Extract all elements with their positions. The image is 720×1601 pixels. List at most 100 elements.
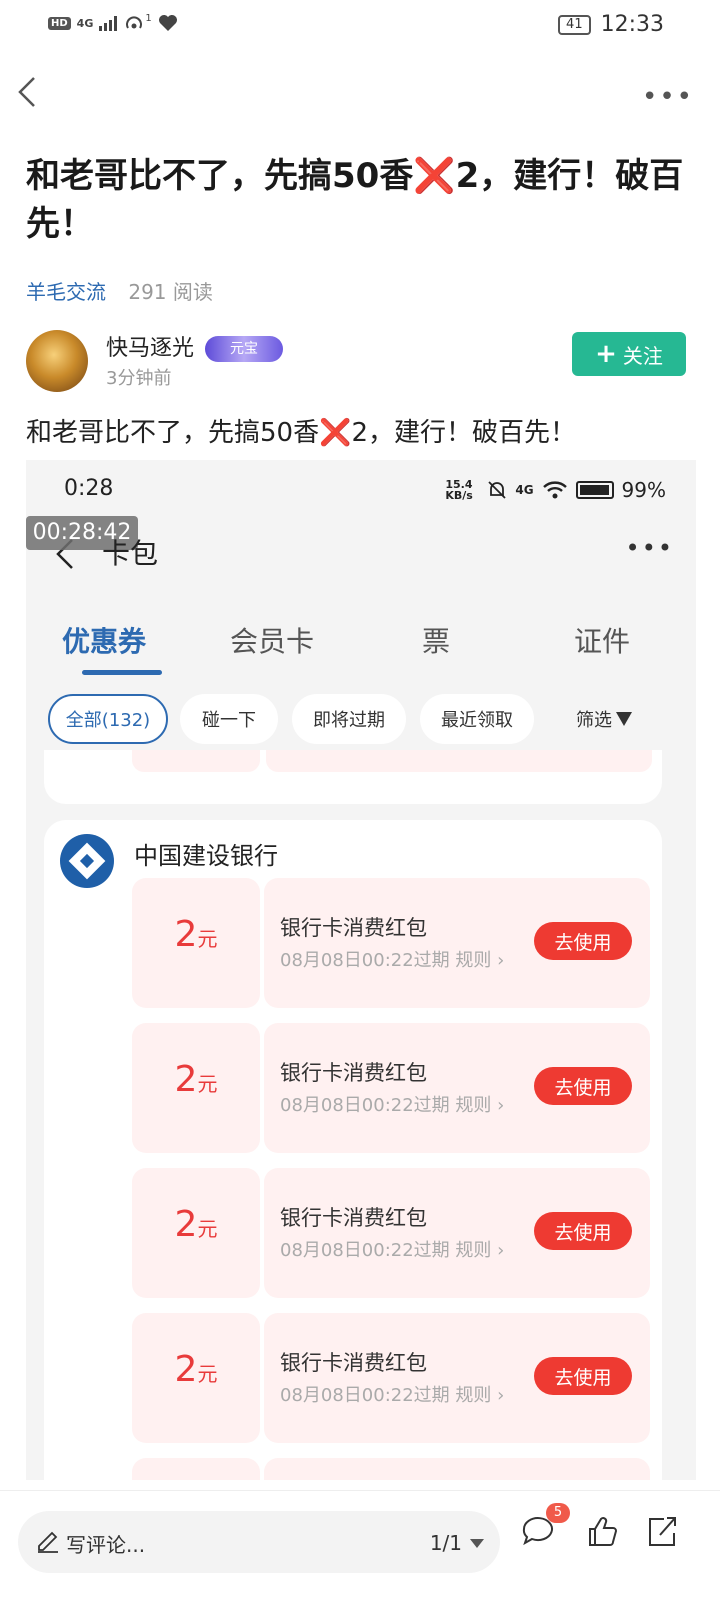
image-more-icon: ••• — [625, 534, 674, 562]
image-tabs: 优惠券 会员卡 票 证件 — [26, 608, 696, 678]
chip-recent: 最近领取 — [420, 694, 534, 744]
bank-name: 中国建设银行 — [134, 842, 278, 870]
coupon-item: 2元 银行卡消费红包 08月08日00:22过期 规则 › 去使用 — [132, 1168, 650, 1298]
bottom-bar: 写评论... 1/1 5 — [0, 1490, 720, 1601]
image-network: 4G — [515, 483, 534, 497]
image-status-bar: 0:28 15.4 KB/s 4G 99% — [26, 460, 696, 516]
tab-ids: 证件 — [574, 625, 631, 658]
clock: 12:33 — [600, 12, 664, 37]
use-button: 去使用 — [534, 922, 632, 960]
comment-count-badge: 5 — [546, 1503, 570, 1523]
author-name[interactable]: 快马逐光 — [106, 336, 194, 361]
chip-filter: 筛选 — [550, 694, 658, 744]
tab-member-cards: 会员卡 — [230, 625, 315, 658]
battery-icon: 41 — [558, 14, 591, 35]
coupon-rule: 规则 › — [455, 1095, 505, 1116]
use-button: 去使用 — [534, 1357, 632, 1395]
image-clock: 0:28 — [64, 476, 114, 501]
mute-icon — [488, 481, 506, 499]
coupon-name: 银行卡消费红包 — [280, 1206, 427, 1230]
coupon-amount: 2元 — [174, 1059, 218, 1100]
coupon-name: 银行卡消费红包 — [280, 1061, 427, 1085]
status-bar: HD 4G 1 41 12:33 — [0, 0, 720, 50]
share-button[interactable] — [642, 1511, 686, 1555]
author-name-row: 快马逐光 元宝 — [106, 330, 284, 362]
coupon-item: 2元 银行卡消费红包 08月08日00:22过期 规则 › 去使用 — [132, 1023, 650, 1153]
image-status-icons: 15.4 KB/s 4G 99% — [445, 478, 666, 502]
chip-tap: 碰一下 — [180, 694, 278, 744]
coupon-name: 银行卡消费红包 — [280, 1351, 427, 1375]
status-right: 41 12:33 — [558, 12, 664, 37]
comment-input[interactable]: 写评论... 1/1 — [18, 1511, 500, 1573]
follow-button[interactable]: + 关注 — [572, 332, 686, 376]
more-icon[interactable]: ••• — [642, 82, 694, 112]
image-speed: 15.4 KB/s — [445, 478, 473, 502]
comment-placeholder: 写评论... — [66, 1533, 146, 1557]
post-time: 3分钟前 — [106, 368, 172, 389]
chip-expiring: 即将过期 — [292, 694, 406, 744]
coupon-expiry: 08月08日00:22过期 规则 › — [280, 1095, 505, 1116]
coupon-rule: 规则 › — [455, 1385, 505, 1406]
image-title: 卡包 — [102, 537, 159, 570]
signal-icon — [99, 15, 118, 31]
thumbs-up-icon — [589, 1517, 618, 1546]
filter-chips: 全部(132) 碰一下 即将过期 最近领取 筛选 — [26, 694, 696, 748]
hotspot-count: 1 — [145, 12, 152, 24]
coupon-rule: 规则 › — [455, 950, 505, 971]
author-row: 快马逐光 元宝 3分钟前 + 关注 — [26, 330, 686, 394]
image-battery-icon — [575, 481, 614, 499]
coupon-item: 2元 银行卡消费红包 08月08日00:22过期 规则 › 去使用 — [132, 878, 650, 1008]
heart-icon — [158, 15, 177, 31]
tab-coupons: 优惠券 — [62, 625, 147, 658]
plus-icon: + — [595, 339, 617, 369]
coupon-expiry: 08月08日00:22过期 规则 › — [280, 1240, 505, 1261]
page-indicator: 1/1 — [429, 1531, 462, 1555]
use-button: 去使用 — [534, 1067, 632, 1105]
coupon-amount: 2元 — [174, 1349, 218, 1390]
chevron-down-icon — [470, 1538, 484, 1548]
coupon-item: 2元 银行卡消费红包 08月08日00:22过期 规则 › 去使用 — [132, 1313, 650, 1443]
share-icon — [649, 1517, 676, 1546]
tab-tickets: 票 — [422, 625, 451, 658]
author-badge: 元宝 — [205, 336, 284, 362]
coupon-name: 银行卡消费红包 — [280, 916, 427, 940]
page-selector[interactable]: 1/1 — [430, 1531, 484, 1555]
post-body: 和老哥比不了，先搞50香❌2，建行！破百先！ — [26, 418, 576, 448]
pen-icon — [38, 1531, 58, 1553]
category-link[interactable]: 羊毛交流 — [26, 280, 106, 304]
coupon-stub — [266, 750, 652, 772]
bank-card: 中国建设银行 2元 银行卡消费红包 08月08日00:22过期 规则 › 去使用… — [44, 820, 662, 1480]
top-bar: ••• — [0, 60, 720, 120]
network-label: 4G — [76, 16, 94, 30]
image-battery: 99% — [621, 478, 666, 502]
ccb-logo-icon — [60, 834, 114, 888]
hotspot-icon — [126, 16, 143, 29]
post-title: 和老哥比不了，先搞50香❌2，建行！破百先！ — [26, 156, 684, 244]
active-tab-indicator — [82, 670, 162, 675]
avatar[interactable] — [26, 330, 88, 392]
wifi-icon — [542, 481, 567, 499]
coupon-amount: 2元 — [174, 1204, 218, 1245]
coupon-expiry: 08月08日00:22过期 规则 › — [280, 950, 505, 971]
post-image[interactable]: 0:28 15.4 KB/s 4G 99% 00:28:42 卡包 ••• 优惠… — [26, 460, 696, 1480]
status-left: HD 4G 1 — [48, 12, 178, 32]
read-count: 291 阅读 — [128, 280, 213, 304]
chip-all: 全部(132) — [48, 694, 168, 744]
comment-button[interactable]: 5 — [518, 1503, 570, 1555]
coupon-amount-panel — [132, 1458, 260, 1480]
filter-icon — [616, 712, 632, 726]
previous-card — [44, 750, 662, 804]
coupon-expiry: 08月08日00:22过期 规则 › — [280, 1385, 505, 1406]
coupon-amount: 2元 — [174, 914, 218, 955]
back-icon[interactable] — [14, 74, 46, 110]
follow-label: 关注 — [622, 343, 663, 368]
coupon-info-panel — [264, 1458, 650, 1480]
chip-filter-label: 筛选 — [576, 710, 612, 731]
like-button[interactable] — [582, 1511, 626, 1555]
hd-icon: HD — [48, 16, 71, 30]
coupon-rule: 规则 › — [455, 1240, 505, 1261]
post-meta: 羊毛交流 291 阅读 — [26, 276, 213, 305]
coupon-item-partial — [132, 1458, 650, 1480]
coupon-stub — [132, 750, 260, 772]
use-button: 去使用 — [534, 1212, 632, 1250]
